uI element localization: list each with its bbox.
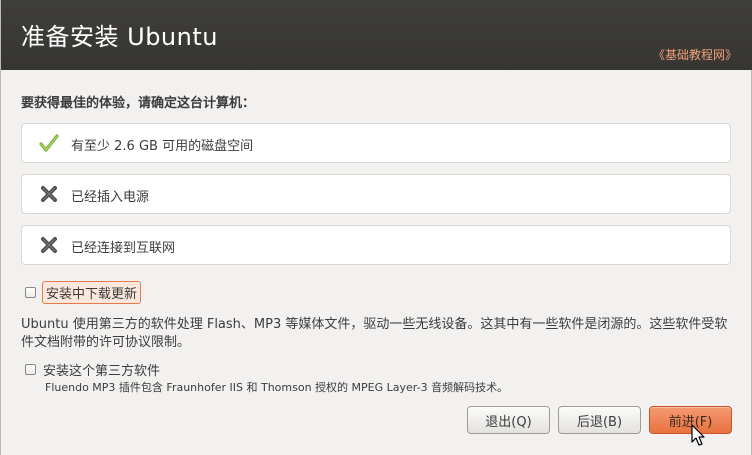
download-updates-row[interactable]: 安装中下载更新 [25, 281, 142, 304]
download-updates-checkbox[interactable] [25, 287, 36, 298]
mouse-cursor-icon [691, 424, 707, 448]
requirement-label: 已经插入电源 [71, 190, 150, 205]
watermark-text: 《基础教程网》 [652, 48, 737, 62]
download-updates-label[interactable]: 安装中下载更新 [42, 281, 142, 304]
requirement-internet: 已经连接到互联网 [21, 225, 731, 265]
third-party-description: Ubuntu 使用第三方的软件处理 Flash、MP3 等媒体文件，驱动一些无线… [21, 317, 728, 350]
third-party-checkbox[interactable] [25, 364, 36, 375]
requirement-label: 有至少 2.6 GB 可用的磁盘空间 [71, 139, 254, 154]
mp3-license-note: Fluendo MP3 插件包含 Fraunhofer IIS 和 Thomso… [45, 381, 509, 394]
check-icon [39, 133, 59, 153]
quit-button[interactable]: 退出(Q) [467, 406, 550, 434]
requirement-disk-space: 有至少 2.6 GB 可用的磁盘空间 [21, 123, 731, 163]
back-button[interactable]: 后退(B) [558, 406, 641, 434]
third-party-row[interactable]: 安装这个第三方软件 [25, 360, 160, 379]
requirement-power: 已经插入电源 [21, 174, 731, 214]
header-bar: 准备安装 Ubuntu 《基础教程网》 [1, 0, 752, 70]
installer-window: 准备安装 Ubuntu 《基础教程网》 要获得最佳的体验，请确定这台计算机： 有… [0, 0, 752, 455]
requirement-label: 已经连接到互联网 [71, 241, 176, 256]
cross-icon [39, 184, 59, 204]
cross-icon [39, 235, 59, 255]
third-party-label[interactable]: 安装这个第三方软件 [43, 360, 160, 379]
requirements-prompt: 要获得最佳的体验，请确定这台计算机： [21, 96, 256, 111]
page-title: 准备安装 Ubuntu [21, 23, 218, 51]
